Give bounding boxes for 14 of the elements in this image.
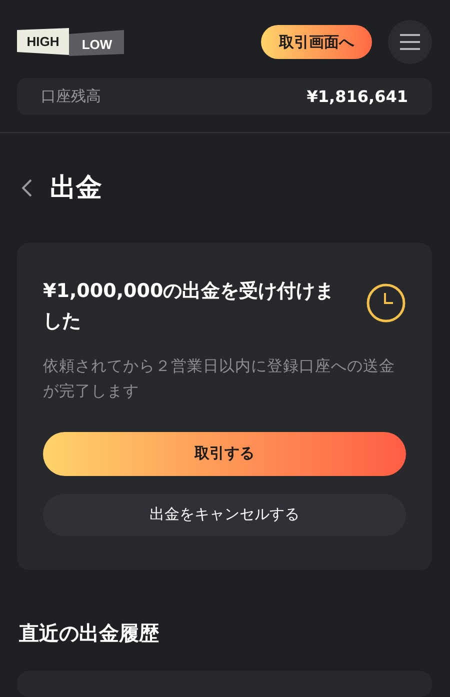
trade-screen-button[interactable]: 取引画面へ [261,25,372,59]
balance-label: 口座残高 [41,86,101,106]
back-icon[interactable] [22,178,32,197]
menu-icon [400,34,420,50]
history-title: 直近の出金履歴 [19,620,160,647]
cancel-button[interactable]: 出金をキャンセルする [43,494,406,536]
status-description: 依頼されてから２営業日以内に登録口座への送金が完了します [43,356,396,402]
status-title: ¥1,000,000の出金を受け付けました [43,279,336,334]
page-title: 出金 [50,172,102,206]
trade-button[interactable]: 取引する [43,432,406,476]
balance-value: ¥1,816,641 [306,86,408,106]
menu-button[interactable] [388,20,432,64]
clock-icon [366,283,406,324]
logo: HIGH LOW [17,27,125,57]
